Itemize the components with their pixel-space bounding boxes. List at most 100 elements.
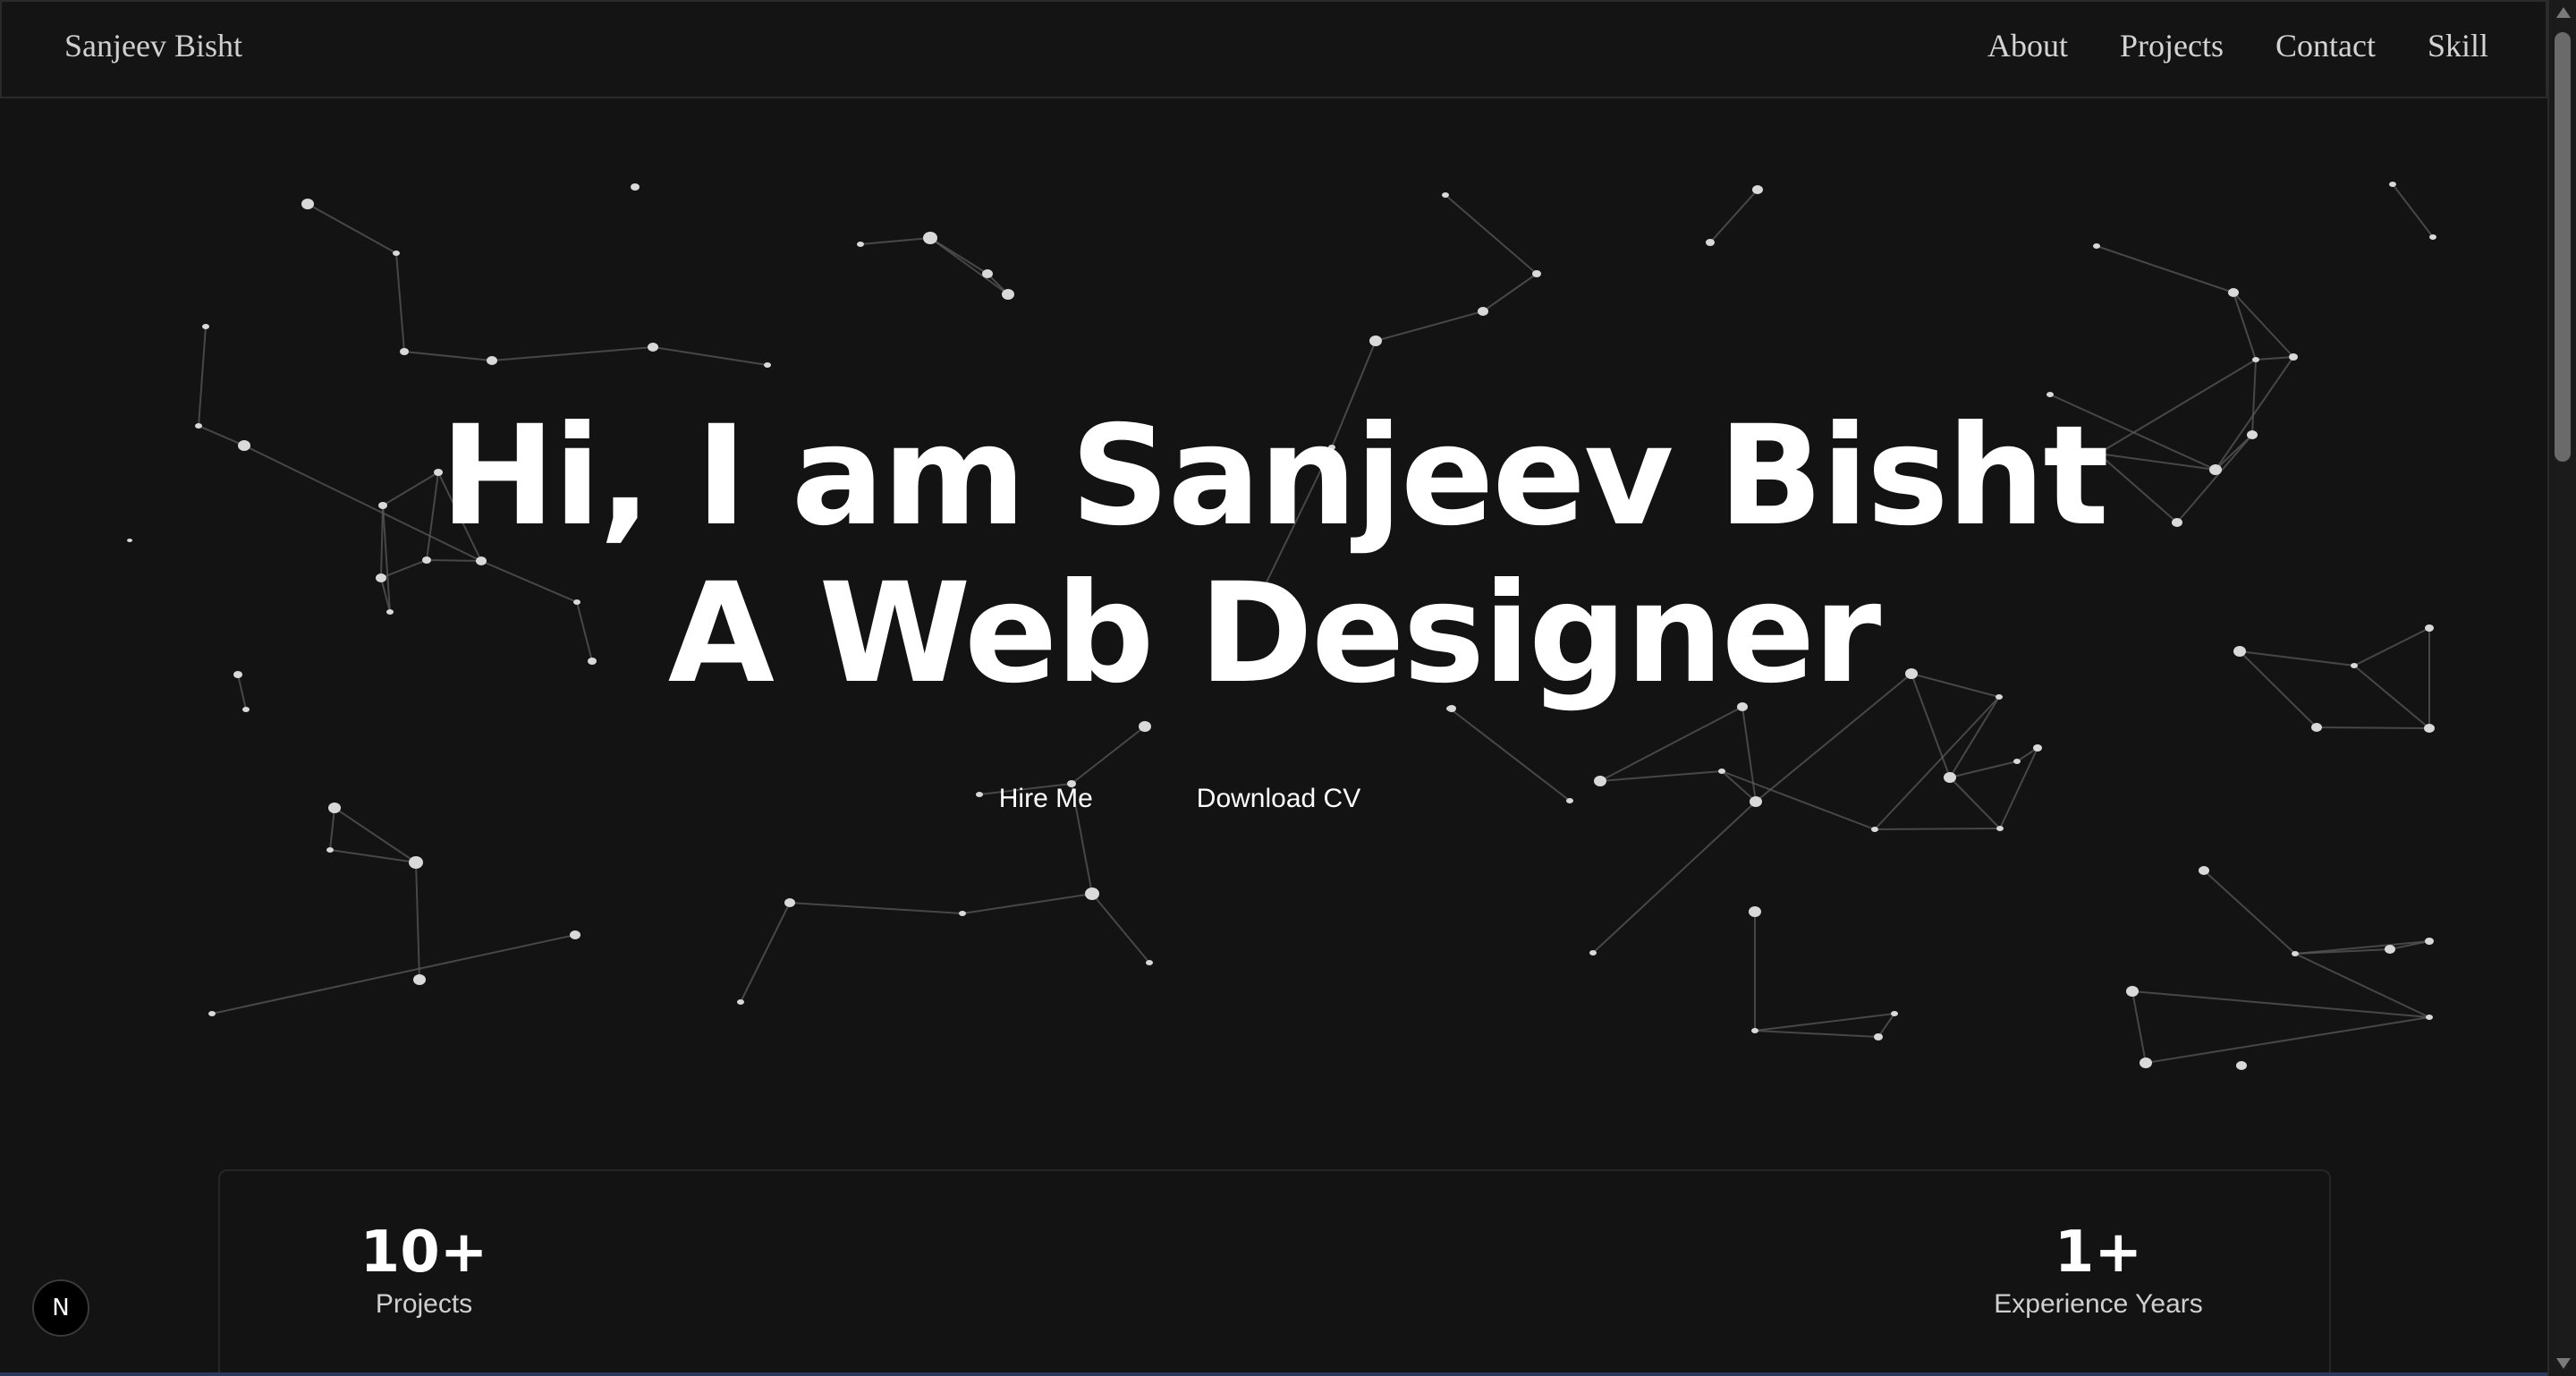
particle-dot — [2425, 938, 2434, 945]
particle-dot — [2389, 182, 2396, 187]
particle-dot — [413, 974, 426, 985]
particle-dot — [2126, 986, 2139, 997]
particle-dot — [2236, 1061, 2247, 1070]
particle-dot — [393, 251, 400, 256]
particle-link — [307, 203, 397, 254]
particle-dot — [2289, 353, 2298, 361]
particle-link — [1949, 760, 2018, 778]
stat-experience: 1+ Experience Years — [1955, 1221, 2241, 1320]
scroll-down-arrow-icon[interactable] — [2556, 1358, 2571, 1369]
nav-links: About Projects Contact Skill — [1987, 27, 2488, 64]
nextjs-logo-icon[interactable]: N — [32, 1279, 89, 1337]
particle-link — [2233, 292, 2294, 358]
particle-link — [1445, 194, 1538, 275]
stats-card: 10+ Projects 1+ Experience Years — [218, 1169, 2331, 1376]
particle-dot — [959, 911, 966, 916]
particle-dot — [1749, 906, 1761, 917]
navbar: Sanjeev Bisht About Projects Contact Ski… — [0, 0, 2547, 98]
particle-dot — [1996, 826, 2004, 831]
scroll-up-arrow-icon[interactable] — [2556, 7, 2571, 18]
particle-dot — [400, 348, 409, 355]
particle-link — [929, 237, 1009, 295]
stat-projects: 10+ Projects — [352, 1221, 496, 1320]
particle-link — [2316, 726, 2430, 729]
hero-title: Hi, I am Sanjeev Bisht — [440, 396, 2109, 556]
particle-dot — [1478, 307, 1488, 316]
particle-link — [403, 351, 493, 361]
particle-link — [491, 346, 654, 361]
particle-link — [2145, 1016, 2430, 1064]
particle-dot — [2228, 288, 2239, 297]
particle-dot — [2292, 951, 2299, 956]
cta-row: Hire Me Download CV — [0, 784, 2547, 814]
particle-dot — [1589, 950, 1597, 956]
particle-link — [2294, 940, 2430, 955]
particle-link — [2392, 183, 2434, 238]
particle-dot — [2093, 243, 2100, 249]
particle-dot — [2140, 1057, 2152, 1068]
particle-link — [860, 237, 931, 245]
particle-dot — [784, 898, 795, 907]
particle-link — [1754, 1013, 1895, 1032]
particle-dot — [2426, 1015, 2433, 1020]
nav-link-contact[interactable]: Contact — [2275, 27, 2376, 64]
particle-link — [1709, 189, 1758, 243]
vertical-scrollbar[interactable] — [2547, 0, 2576, 1376]
nav-link-skill[interactable]: Skill — [2428, 27, 2488, 64]
particle-dot — [1891, 1011, 1898, 1016]
window-bottom-edge — [0, 1372, 2547, 1376]
particle-link — [1754, 1030, 1879, 1038]
particle-dot — [648, 343, 658, 352]
particle-link — [2131, 990, 2147, 1064]
particle-link — [789, 902, 963, 914]
particle-dot — [2429, 234, 2436, 240]
stat-experience-label: Experience Years — [1994, 1289, 2203, 1319]
particle-dot — [2013, 759, 2021, 764]
particle-link — [1599, 770, 1723, 782]
particle-link — [652, 346, 768, 366]
particle-dot — [1751, 1028, 1758, 1033]
particle-dot — [1532, 270, 1541, 277]
stat-experience-value: 1+ — [2054, 1219, 2143, 1286]
particle-dot — [2424, 724, 2435, 733]
particle-dot — [1718, 769, 1725, 774]
particle-dot — [631, 183, 640, 191]
particle-link — [2233, 292, 2257, 361]
stat-projects-label: Projects — [375, 1289, 473, 1319]
particle-dot — [2311, 723, 2322, 732]
stat-projects-value: 10+ — [360, 1219, 488, 1286]
particle-dot — [1085, 888, 1099, 900]
hire-me-button[interactable]: Hire Me — [999, 784, 1093, 814]
particle-dot — [2033, 744, 2042, 752]
particle-link — [329, 807, 335, 851]
nav-link-about[interactable]: About — [1987, 27, 2068, 64]
particle-dot — [857, 242, 864, 247]
particle-dot — [1369, 336, 1382, 346]
particle-dot — [2385, 945, 2395, 954]
particle-dot — [1871, 827, 1878, 832]
particle-dot — [326, 847, 334, 853]
particle-link — [211, 934, 576, 1015]
particle-link — [395, 252, 405, 352]
brand-name[interactable]: Sanjeev Bisht — [64, 27, 242, 64]
particle-link — [740, 902, 791, 1003]
particle-dot — [208, 1011, 216, 1016]
particle-link — [2203, 870, 2296, 955]
particle-dot — [1139, 721, 1151, 732]
portfolio-page: Sanjeev Bisht About Projects Contact Ski… — [0, 0, 2576, 1376]
particle-dot — [301, 199, 314, 209]
particle-dot — [764, 362, 771, 368]
download-cv-button[interactable]: Download CV — [1197, 784, 1360, 814]
nav-link-projects[interactable]: Projects — [2120, 27, 2224, 64]
particle-link — [2096, 245, 2234, 293]
hero-section: Hi, I am Sanjeev Bisht A Web Designer — [0, 398, 2547, 713]
particle-dot — [1752, 185, 1763, 194]
particle-link — [1874, 828, 2001, 830]
particle-dot — [2252, 357, 2259, 362]
particle-dot — [923, 232, 937, 244]
particle-dot — [982, 269, 993, 278]
particle-dot — [1442, 192, 1449, 198]
particle-dot — [1874, 1033, 1883, 1040]
scrollbar-thumb[interactable] — [2555, 32, 2571, 462]
particle-dot — [1146, 960, 1153, 965]
